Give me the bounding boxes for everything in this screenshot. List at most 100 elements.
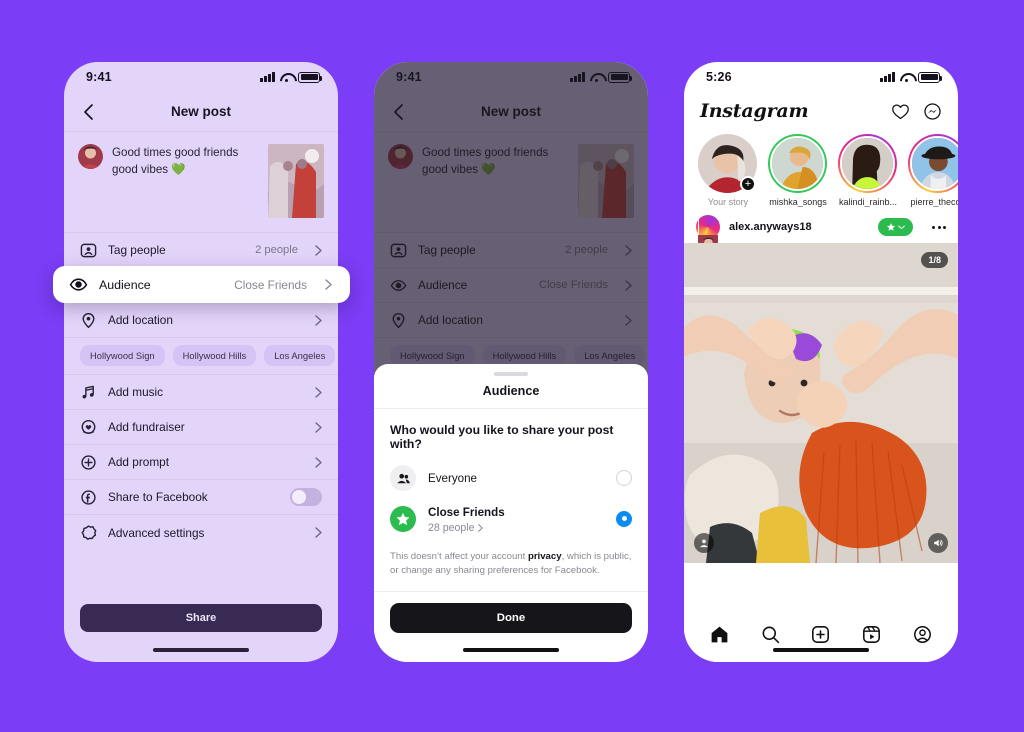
option-body: Close Friends 28 people [428,503,604,534]
search-icon[interactable] [760,624,781,645]
row-add-location[interactable]: Add location [374,303,648,338]
home-icon[interactable] [709,624,730,645]
story-item[interactable]: kalindi_rainb... [838,134,898,207]
sheet-question: Who would you like to share your post wi… [390,423,614,451]
composer-options-top: Tag people 2 people Audience Close Frien… [374,232,648,375]
caption-text[interactable]: Good times good friends good vibes 💚 [112,144,259,179]
caption-composer[interactable]: Good times good friends good vibes 💚 [374,132,648,232]
post-thumbnail[interactable] [268,144,324,218]
row-add-prompt[interactable]: Add prompt [64,445,338,480]
chevron-left-icon[interactable] [390,103,408,121]
chevron-right-icon [477,524,483,532]
chevron-right-icon [315,527,322,538]
share-button[interactable]: Share [80,604,322,632]
story-ring: + [698,134,757,193]
phone-3-instagram-feed: 5:26 Instagram + Your story mishka_songs… [684,62,958,662]
story-ring-close-friends [768,134,827,193]
row-label: Share to Facebook [108,490,208,504]
avatar [388,144,413,169]
location-chip[interactable]: Los Angeles [574,345,646,366]
more-options-icon[interactable] [932,225,946,229]
chevron-down-icon [898,225,905,229]
row-add-music[interactable]: Add music [64,375,338,410]
row-label: Add location [418,313,483,327]
facebook-icon [80,489,97,506]
tag-people-icon [80,242,97,259]
cellular-signal-icon [570,72,585,82]
create-post-icon[interactable] [810,624,831,645]
caption-composer[interactable]: Good times good friends good vibes 💚 [64,132,338,232]
story-username: pierre_thecon [910,197,958,207]
people-tag-icon[interactable] [694,533,714,553]
row-share-to-facebook[interactable]: Share to Facebook [64,480,338,515]
post-username[interactable]: alex.anyways18 [729,221,869,233]
location-chip[interactable]: Hollywood Hills [482,345,567,366]
row-tag-people[interactable]: Tag people 2 people [374,233,648,268]
chevron-right-icon [315,314,322,326]
story-item[interactable]: mishka_songs [768,134,828,207]
row-tag-people[interactable]: Tag people 2 people [64,233,338,268]
profile-icon[interactable] [912,624,933,645]
row-advanced-settings[interactable]: Advanced settings [64,515,338,550]
audience-row-highlight[interactable]: Audience Close Friends [53,266,350,303]
note-prefix: This doesn’t affect your account [390,551,528,562]
sound-on-icon[interactable] [928,533,948,553]
location-suggestions: Hollywood Sign Hollywood Hills Los Angel… [64,338,338,375]
story-item[interactable]: + Your story [698,134,758,207]
story-avatar [910,136,958,191]
done-button-container: Done [374,590,648,633]
chevron-right-icon [625,244,632,256]
option-subtitle[interactable]: 28 people [428,522,604,534]
status-bar: 9:41 [374,62,648,92]
audience-option-close-friends[interactable]: Close Friends 28 people [374,497,648,540]
heart-icon[interactable] [891,102,910,121]
status-indicators [260,71,323,83]
location-chip[interactable]: Los Angeles [264,345,336,366]
row-audience[interactable]: Audience Close Friends [374,268,648,303]
post-thumbnail[interactable] [578,144,634,218]
audience-eye-icon [69,275,88,294]
row-add-location[interactable]: Add location [64,303,338,338]
people-group-icon [390,465,416,491]
poster-canvas: 9:41 New post Good times good friends go… [0,0,1024,732]
facebook-share-toggle[interactable] [290,488,322,506]
story-ring [908,134,958,193]
radio-close-friends[interactable] [616,510,632,527]
location-chip[interactable]: Hollywood Hills [172,345,257,366]
done-button[interactable]: Done [390,602,632,633]
add-story-plus-icon[interactable]: + [740,176,756,192]
story-avatar [840,136,895,191]
radio-everyone[interactable] [616,470,632,486]
story-avatar [770,136,825,191]
row-add-fundraiser[interactable]: Add fundraiser [64,410,338,445]
status-time: 9:41 [86,70,112,84]
home-indicator [153,648,249,652]
messenger-icon[interactable] [923,102,942,121]
reels-icon[interactable] [861,624,882,645]
row-label: Audience [418,278,468,292]
status-time: 9:41 [396,70,422,84]
chevron-left-icon[interactable] [80,103,98,121]
audience-option-everyone[interactable]: Everyone [374,459,648,497]
audience-label: Audience [99,277,151,292]
location-chip[interactable]: Hollywood Sign [390,345,475,366]
fundraiser-heart-icon [80,419,97,436]
close-friends-star-icon [887,223,895,231]
close-friends-badge[interactable] [878,218,913,236]
avatar[interactable] [696,215,720,274]
audience-value: Close Friends [234,277,307,292]
privacy-link[interactable]: privacy [528,551,562,562]
audience-eye-icon [390,277,407,294]
caption-text[interactable]: Good times good friends good vibes 💚 [422,144,569,179]
post-media[interactable]: 1/8 [684,243,958,563]
row-value: Close Friends [538,279,608,291]
chevron-right-icon [315,244,322,256]
location-chip[interactable]: Hollywood Sign [80,345,165,366]
story-username: kalindi_rainb... [838,197,898,207]
share-button-container: Share [64,604,338,632]
row-label: Add location [108,313,173,327]
row-value: 2 people [565,244,608,256]
location-pin-icon [80,312,97,329]
story-item[interactable]: pierre_thecon [908,134,958,207]
stories-tray[interactable]: + Your story mishka_songs kalindi_rainb.… [684,130,958,211]
